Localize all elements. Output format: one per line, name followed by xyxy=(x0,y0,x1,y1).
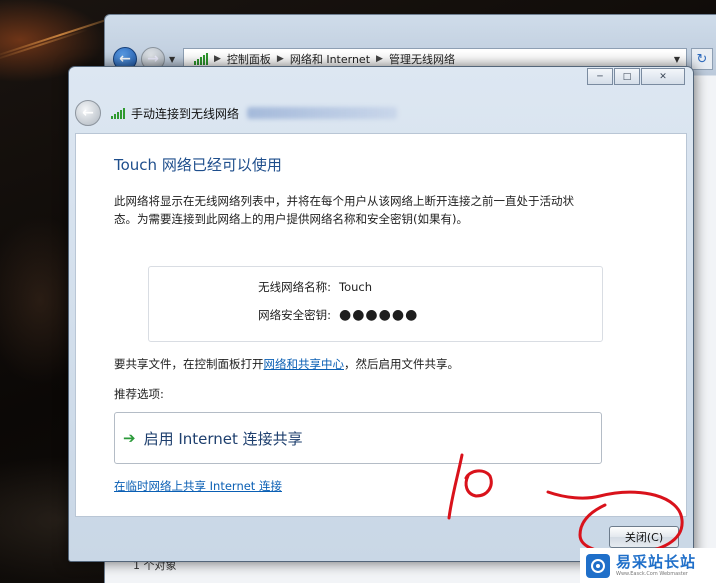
breadcrumb-manage-wireless[interactable]: 管理无线网络 xyxy=(389,51,455,67)
close-button[interactable]: 关闭(C) xyxy=(609,526,679,548)
light-streak xyxy=(0,28,88,62)
watermark-name: 易采站长站 xyxy=(616,552,697,571)
back-arrow-icon[interactable]: ← xyxy=(75,100,101,126)
dialog-content: Touch 网络已经可以使用 此网络将显示在无线网络列表中，并将在每个用户从该网… xyxy=(75,133,687,517)
breadcrumb-separator-icon: ▶ xyxy=(214,54,221,64)
refresh-icon[interactable]: ↻ xyxy=(691,48,713,70)
description-text: 此网络将显示在无线网络列表中，并将在每个用户从该网络上断开连接之前一直处于活动状… xyxy=(114,194,574,226)
close-icon[interactable]: ✕ xyxy=(641,68,685,85)
command-label: 启用 Internet 连接共享 xyxy=(143,429,303,448)
share-suffix-text: ，然后启用文件共享。 xyxy=(344,357,459,371)
breadcrumb-separator-icon: ▶ xyxy=(276,54,284,64)
network-info-box: 无线网络名称: Touch 网络安全密钥: ●●●●●● xyxy=(148,266,603,342)
maximize-icon[interactable]: □ xyxy=(614,68,640,85)
green-arrow-icon: ➔ xyxy=(123,429,136,447)
security-key-label: 网络安全密钥: xyxy=(258,308,331,322)
security-key-value: ●●●●●● xyxy=(339,307,419,323)
breadcrumb-network-internet[interactable]: 网络和 Internet xyxy=(290,51,370,67)
breadcrumb-separator-icon: ▶ xyxy=(376,54,383,64)
watermark-url: Www.Easck.Com Webmaster xyxy=(616,570,688,577)
security-key-row: 网络安全密钥: ●●●●●● xyxy=(149,307,602,323)
share-on-adhoc-link[interactable]: 在临时网络上共享 Internet 连接 xyxy=(114,478,282,494)
address-dropdown-icon[interactable]: ▼ xyxy=(674,55,680,64)
watermark-logo: 易采站长站 Www.Easck.Com Webmaster xyxy=(580,548,716,583)
dialog-header: ← 手动连接到无线网络 xyxy=(75,97,685,129)
share-prefix-text: 要共享文件，在控制面板打开 xyxy=(114,357,264,371)
connect-wireless-dialog: ─ □ ✕ ← 手动连接到无线网络 Touch 网络已经可以使用 此网络将显示在… xyxy=(68,66,694,562)
blurred-title-region xyxy=(247,107,398,119)
recommended-options-label: 推荐选项: xyxy=(114,387,164,401)
breadcrumb-control-panel[interactable]: 控制面板 xyxy=(227,51,271,67)
dialog-title: 手动连接到无线网络 xyxy=(131,106,240,121)
share-instructions: 要共享文件，在控制面板打开网络和共享中心，然后启用文件共享。 xyxy=(114,356,459,372)
network-sharing-center-link[interactable]: 网络和共享中心 xyxy=(264,357,345,371)
wireless-signal-icon xyxy=(111,107,125,119)
network-name-value: Touch xyxy=(339,280,373,294)
page-title: Touch 网络已经可以使用 xyxy=(114,156,282,174)
wireless-signal-icon xyxy=(194,53,208,65)
history-dropdown-icon[interactable]: ▼ xyxy=(169,55,179,64)
enable-ics-command-link[interactable]: ➔ 启用 Internet 连接共享 xyxy=(114,412,602,464)
network-name-label: 无线网络名称: xyxy=(258,280,331,294)
caption-buttons: ─ □ ✕ xyxy=(587,68,685,85)
minimize-icon[interactable]: ─ xyxy=(587,68,613,85)
network-name-row: 无线网络名称: Touch xyxy=(149,279,602,295)
watermark-icon xyxy=(586,553,610,578)
